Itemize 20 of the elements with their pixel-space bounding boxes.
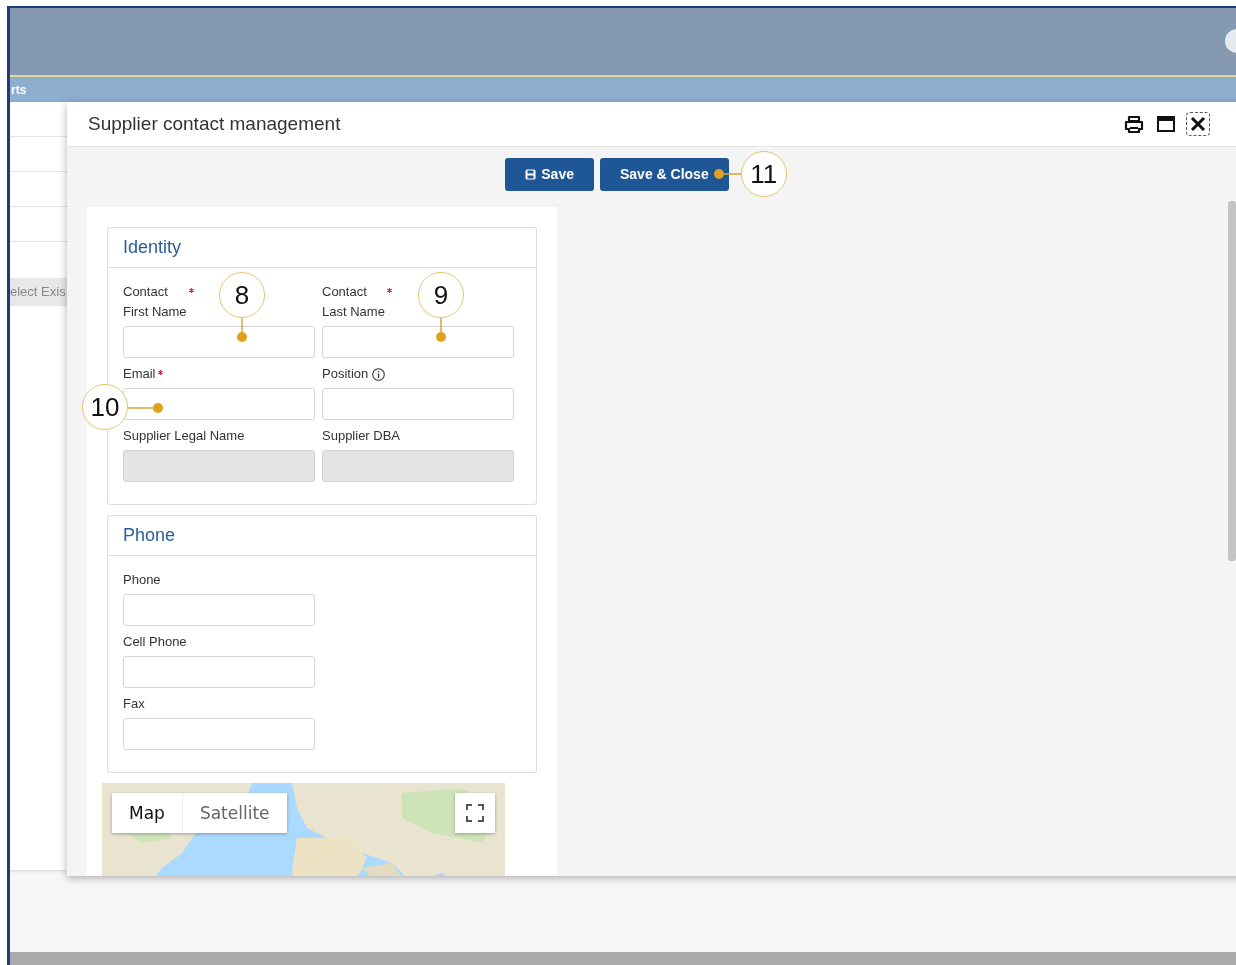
map-type-tab[interactable]: Map bbox=[112, 793, 183, 833]
field-label: Fax bbox=[123, 695, 145, 713]
field-label: Email bbox=[123, 365, 156, 383]
save-button[interactable]: Save bbox=[505, 157, 594, 191]
dialog-title: Supplier contact management bbox=[88, 113, 342, 135]
section-title: Phone bbox=[108, 516, 536, 556]
field-label: Phone bbox=[123, 571, 161, 589]
callout-badge: 11 bbox=[740, 151, 787, 197]
map-type-tab[interactable]: Satellite bbox=[182, 793, 287, 833]
field-label: Cell Phone bbox=[123, 633, 187, 651]
field-label: Supplier Legal Name bbox=[123, 427, 245, 445]
save-button[interactable]: Save & Close bbox=[600, 157, 729, 191]
section-title: Identity bbox=[108, 228, 536, 268]
field-label: Supplier DBA bbox=[322, 427, 401, 445]
callout-badge: 8 bbox=[219, 272, 265, 318]
field-label: Contact First Name bbox=[123, 283, 187, 321]
callout-badge: 10 bbox=[82, 384, 128, 430]
field-label: Contact Last Name bbox=[322, 283, 385, 321]
field-label: Position bbox=[322, 365, 369, 383]
callout-badge: 9 bbox=[418, 272, 464, 318]
